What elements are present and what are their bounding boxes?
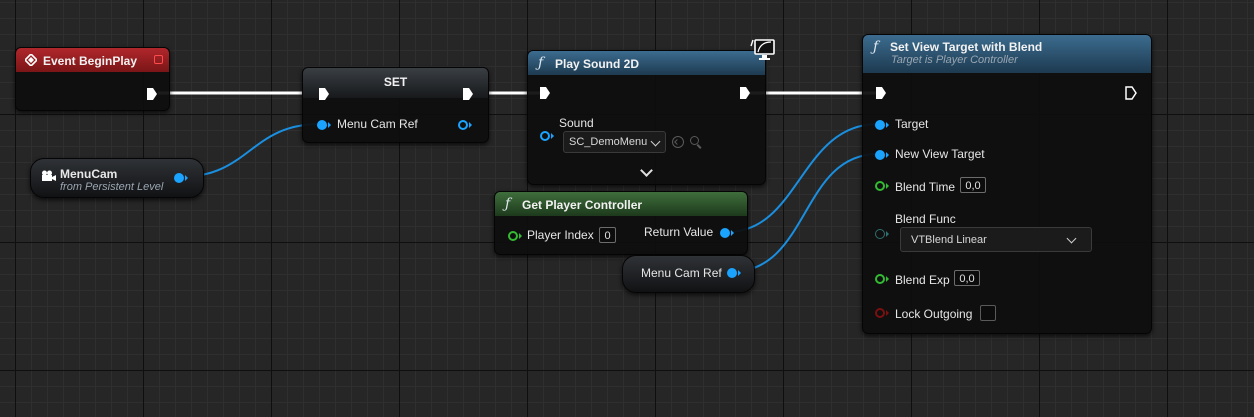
sound-input-pin[interactable] bbox=[540, 131, 550, 141]
pin-direction-arrow bbox=[185, 175, 188, 181]
expand-chevron-icon[interactable] bbox=[640, 164, 653, 177]
get-player-controller-node[interactable]: ƒ Get Player Controller Player Index 0 R… bbox=[494, 191, 748, 255]
lock-outgoing-checkbox[interactable] bbox=[980, 305, 996, 321]
menucam-actor-node[interactable]: MenuCam from Persistent Level bbox=[30, 158, 204, 198]
play-sound-2d-node[interactable]: ƒ Play Sound 2D Sound SC_DemoMenu bbox=[527, 39, 775, 185]
return-value-output-pin[interactable] bbox=[720, 228, 730, 238]
pin-direction-arrow bbox=[886, 183, 889, 189]
function-icon: ƒ bbox=[538, 55, 544, 71]
client-only-monitor-icon bbox=[750, 38, 776, 67]
blend-func-dropdown[interactable]: VTBlend Linear bbox=[900, 227, 1092, 252]
menu-cam-ref-label: Menu Cam Ref bbox=[641, 266, 722, 280]
pin-direction-arrow bbox=[886, 152, 889, 158]
player-index-input-pin[interactable] bbox=[508, 231, 518, 241]
blend-func-label: Blend Func bbox=[895, 212, 956, 226]
node-title: MenuCam bbox=[60, 167, 118, 181]
target-label: Target bbox=[895, 117, 929, 131]
blend-exp-field[interactable]: 0,0 bbox=[954, 270, 980, 286]
pin-direction-arrow bbox=[886, 310, 889, 316]
pin-direction-arrow bbox=[731, 230, 734, 236]
target-input-pin[interactable] bbox=[875, 120, 885, 130]
blend-time-field[interactable]: 0,0 bbox=[960, 177, 986, 193]
exec-input-pin[interactable] bbox=[875, 86, 887, 100]
menucam-output-pin[interactable] bbox=[174, 173, 184, 183]
exec-output-pin[interactable] bbox=[739, 86, 751, 100]
pin-direction-arrow bbox=[328, 122, 331, 128]
node-title: Event BeginPlay bbox=[43, 54, 138, 68]
menu-cam-ref-label: Menu Cam Ref bbox=[337, 117, 418, 131]
sound-asset-dropdown[interactable]: SC_DemoMenu bbox=[563, 131, 666, 153]
exec-output-pin[interactable] bbox=[462, 87, 474, 101]
stop-icon bbox=[154, 55, 163, 64]
set-variable-node[interactable]: SET Menu Cam Ref bbox=[302, 67, 489, 143]
node-title: Set View Target with Blend bbox=[890, 40, 1043, 54]
return-value-label: Return Value bbox=[644, 225, 714, 239]
lock-outgoing-input-pin[interactable] bbox=[875, 308, 885, 318]
menu-cam-ref-getter-node[interactable]: Menu Cam Ref bbox=[622, 255, 755, 293]
pin-direction-arrow bbox=[738, 270, 741, 276]
player-index-label: Player Index bbox=[527, 228, 594, 242]
blend-func-input-pin[interactable] bbox=[875, 229, 885, 239]
new-view-target-label: New View Target bbox=[895, 147, 985, 161]
blend-time-label: Blend Time bbox=[895, 180, 956, 194]
blend-time-input-pin[interactable] bbox=[875, 181, 885, 191]
set-view-target-with-blend-node[interactable]: ƒ Set View Target with Blend Target is P… bbox=[862, 34, 1152, 334]
pin-direction-arrow bbox=[469, 122, 472, 128]
event-beginplay-node[interactable]: Event BeginPlay bbox=[15, 47, 170, 111]
new-view-target-input-pin[interactable] bbox=[875, 150, 885, 160]
node-subtitle: from Persistent Level bbox=[60, 181, 164, 193]
node-title: SET bbox=[383, 75, 408, 89]
exec-input-pin[interactable] bbox=[539, 86, 551, 100]
sound-label: Sound bbox=[559, 116, 594, 130]
function-icon: ƒ bbox=[505, 196, 511, 212]
chevron-down-icon bbox=[650, 136, 661, 147]
menu-cam-ref-input-pin[interactable] bbox=[317, 120, 327, 130]
blend-exp-label: Blend Exp bbox=[895, 273, 950, 287]
node-title: Get Player Controller bbox=[522, 198, 643, 212]
pin-direction-arrow bbox=[886, 276, 889, 282]
lock-outgoing-label: Lock Outgoing bbox=[895, 307, 973, 321]
menu-cam-ref-output-pin[interactable] bbox=[458, 120, 468, 130]
pin-direction-arrow bbox=[519, 233, 522, 239]
blend-exp-input-pin[interactable] bbox=[875, 274, 885, 284]
browse-icon[interactable] bbox=[672, 136, 684, 148]
function-icon: ƒ bbox=[873, 39, 879, 55]
event-icon bbox=[23, 52, 39, 68]
player-index-field[interactable]: 0 bbox=[599, 227, 616, 243]
chevron-down-icon bbox=[1066, 233, 1077, 244]
search-icon[interactable] bbox=[690, 136, 702, 149]
exec-input-pin[interactable] bbox=[318, 87, 330, 101]
pin-direction-arrow bbox=[886, 122, 889, 128]
menu-cam-ref-output-pin[interactable] bbox=[727, 268, 737, 278]
exec-output-pin[interactable] bbox=[146, 87, 158, 101]
pin-direction-arrow bbox=[551, 133, 554, 139]
node-subtitle: Target is Player Controller bbox=[891, 54, 1018, 66]
pin-direction-arrow bbox=[886, 231, 889, 237]
exec-output-pin[interactable] bbox=[1125, 86, 1137, 100]
node-title: Play Sound 2D bbox=[555, 57, 640, 71]
camera-actor-icon bbox=[41, 169, 57, 187]
